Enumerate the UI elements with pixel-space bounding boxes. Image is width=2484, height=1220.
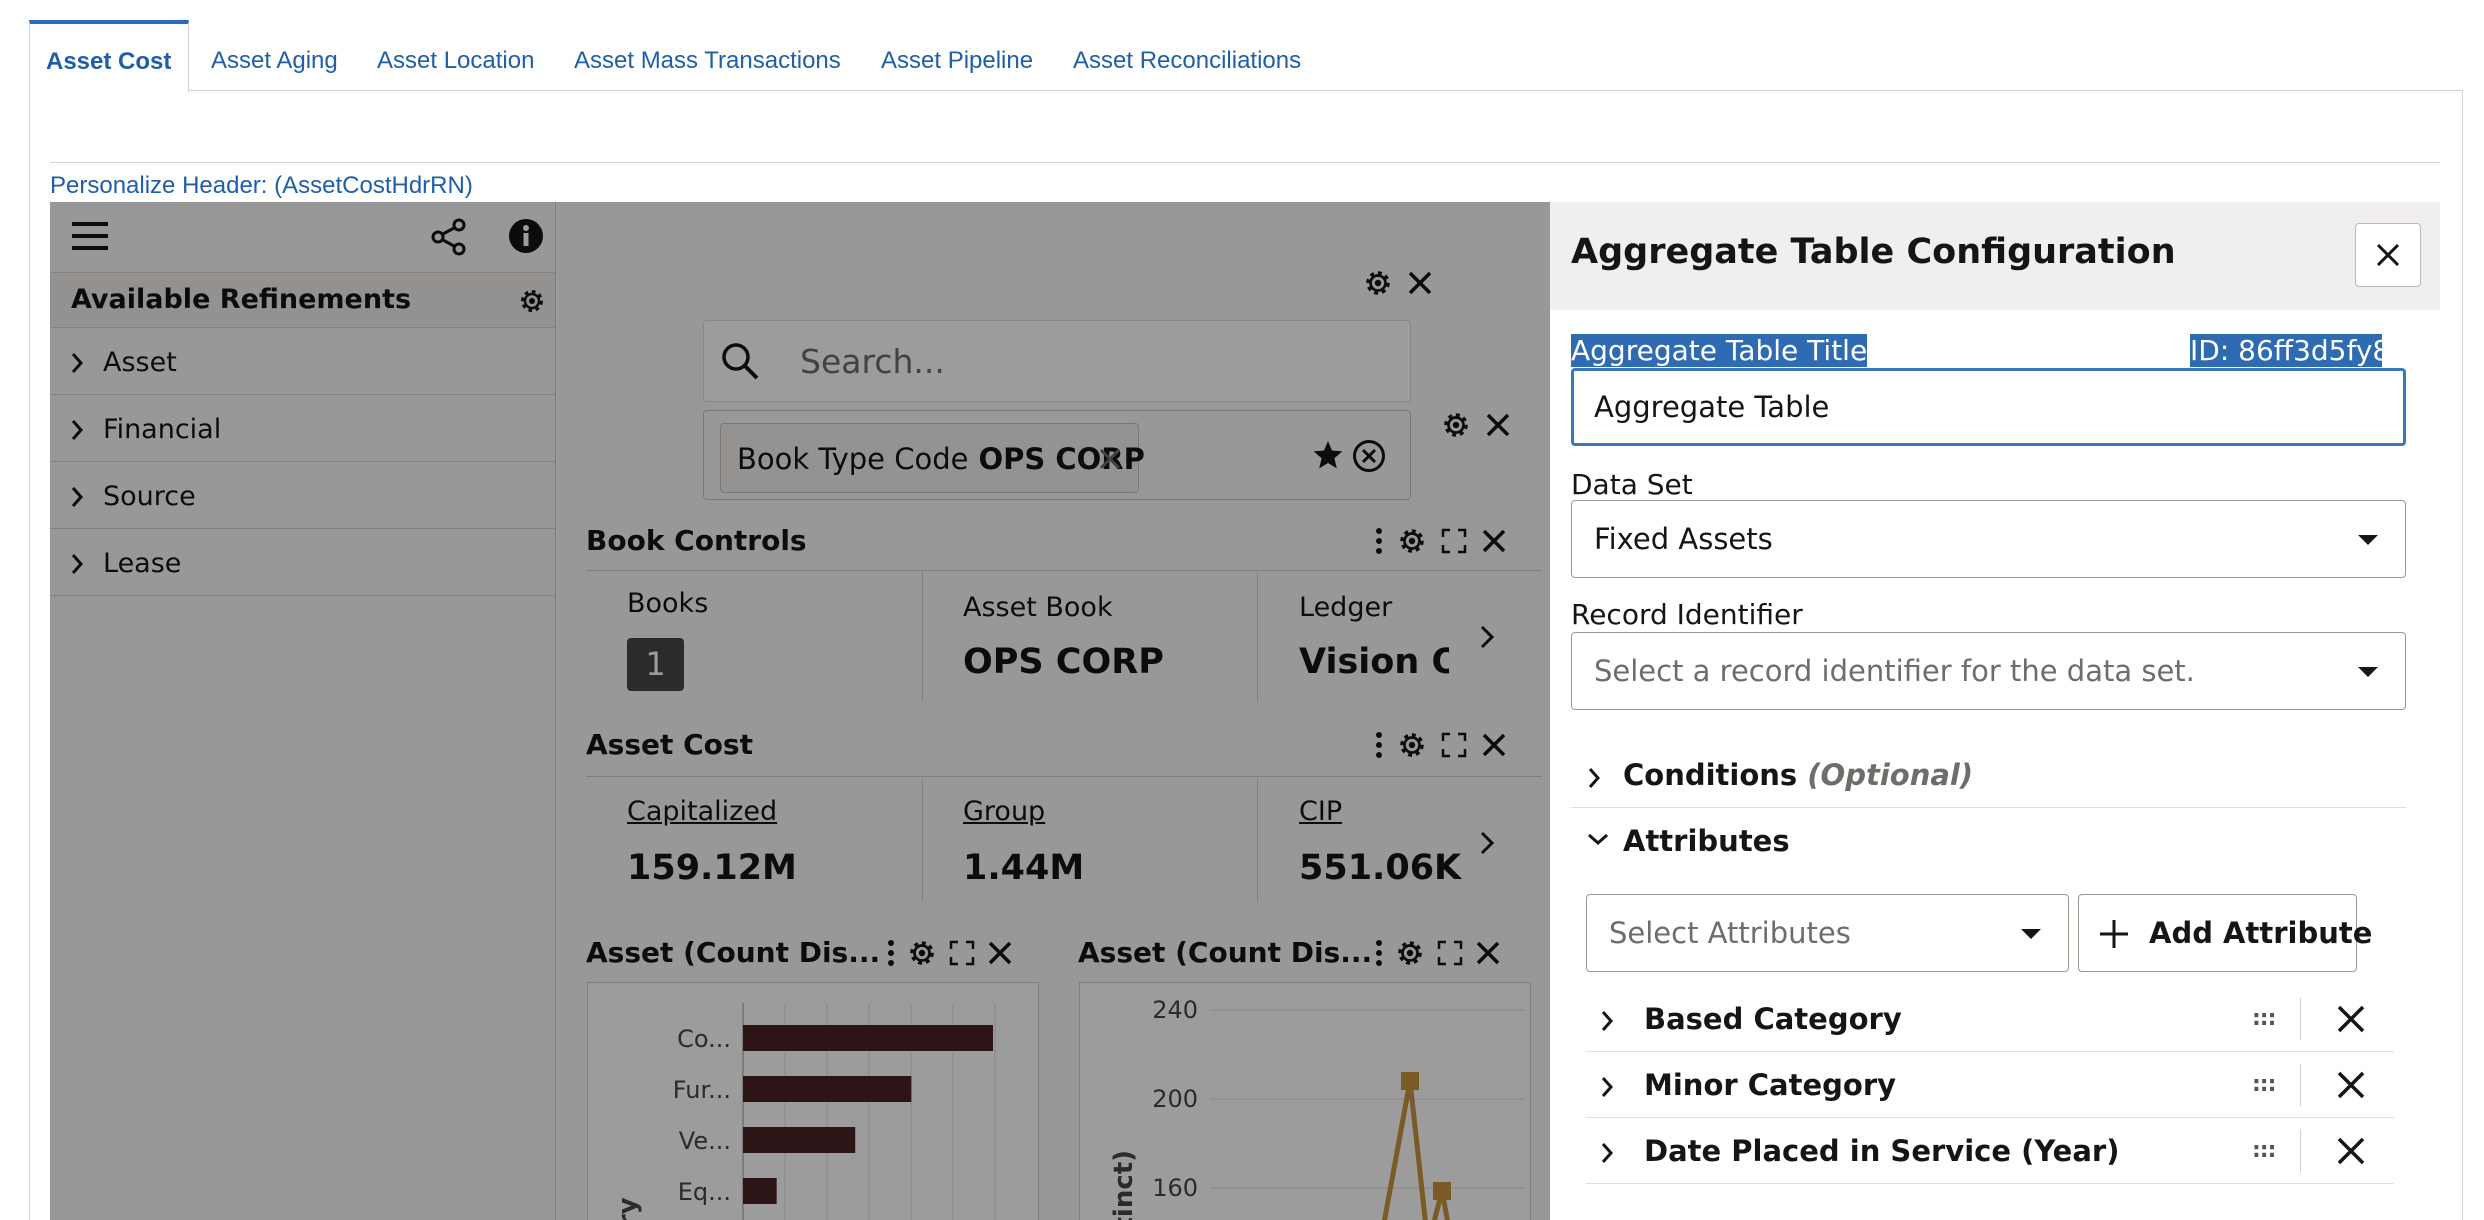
chevron-right-icon xyxy=(1600,1010,1614,1032)
tab-asset-location[interactable]: Asset Location xyxy=(377,20,534,91)
chevron-right-icon xyxy=(1587,767,1601,789)
tab-asset-cost[interactable]: Asset Cost xyxy=(29,20,189,92)
chevron-down-icon xyxy=(1587,832,1609,846)
divider xyxy=(2300,998,2301,1040)
dropdown-caret-icon xyxy=(2020,928,2042,940)
attribute-row[interactable]: Date Placed in Service (Year) ::: xyxy=(1586,1118,2394,1184)
attributes-section-toggle[interactable]: Attributes xyxy=(1571,808,2406,874)
close-icon xyxy=(2376,243,2400,267)
modal-overlay[interactable] xyxy=(50,202,1550,1220)
record-identifier-placeholder: Select a record identifier for the data … xyxy=(1594,654,2195,688)
close-panel-button[interactable] xyxy=(2355,223,2421,287)
aggregate-table-title-label: Aggregate Table Title xyxy=(1571,334,1868,367)
tab-asset-aging[interactable]: Asset Aging xyxy=(211,20,338,91)
plus-icon xyxy=(2099,919,2129,949)
conditions-label: Conditions xyxy=(1623,758,1798,792)
select-attributes-placeholder: Select Attributes xyxy=(1609,916,1851,950)
tab-asset-reconciliations[interactable]: Asset Reconciliations xyxy=(1073,20,1301,91)
record-identifier-select[interactable]: Select a record identifier for the data … xyxy=(1571,632,2406,710)
record-identifier-label: Record Identifier xyxy=(1571,598,1803,631)
data-set-select[interactable]: Fixed Assets xyxy=(1571,500,2406,578)
divider xyxy=(50,162,2440,163)
drag-handle-icon[interactable]: ::: xyxy=(2252,986,2276,1052)
remove-attribute-icon[interactable] xyxy=(2336,1136,2366,1166)
remove-attribute-icon[interactable] xyxy=(2336,1070,2366,1100)
drag-handle-icon[interactable]: ::: xyxy=(2252,1052,2276,1118)
attributes-label: Attributes xyxy=(1623,824,1790,858)
divider xyxy=(2300,1064,2301,1106)
attribute-row[interactable]: Based Category ::: xyxy=(1586,986,2394,1052)
dropdown-caret-icon xyxy=(2357,666,2379,678)
attribute-label: Minor Category xyxy=(1644,1068,1897,1102)
chevron-right-icon xyxy=(1600,1076,1614,1098)
aggregate-table-config-panel: Aggregate Table Configuration Aggregate … xyxy=(1550,202,2440,1220)
attribute-label: Date Placed in Service (Year) xyxy=(1644,1134,2120,1168)
remove-attribute-icon[interactable] xyxy=(2336,1004,2366,1034)
config-header: Aggregate Table Configuration xyxy=(1550,202,2440,310)
add-attribute-button[interactable]: Add Attribute xyxy=(2078,894,2372,972)
data-set-value: Fixed Assets xyxy=(1594,522,1773,556)
dashboard-app: Available Refinements Asset Financial So… xyxy=(50,202,2440,1220)
dropdown-caret-icon xyxy=(2357,534,2379,546)
divider xyxy=(2300,1130,2301,1172)
add-attribute-label: Add Attribute xyxy=(2149,916,2373,950)
attribute-row[interactable]: Minor Category ::: xyxy=(1586,1052,2394,1118)
drag-handle-icon[interactable]: ::: xyxy=(2252,1118,2276,1184)
personalize-header-link[interactable]: Personalize Header: (AssetCostHdrRN) xyxy=(50,172,473,200)
config-title: Aggregate Table Configuration xyxy=(1571,232,2176,272)
tab-asset-mass-transactions[interactable]: Asset Mass Transactions xyxy=(574,20,841,91)
select-attributes-dropdown[interactable]: Select Attributes xyxy=(1586,894,2069,972)
conditions-section-toggle[interactable]: Conditions (Optional) xyxy=(1571,742,2406,808)
aggregate-table-title-input[interactable]: Aggregate Table xyxy=(1571,368,2406,446)
id-label: ID: 86ff3d5fy8 xyxy=(2190,334,2382,367)
tab-bar: Asset Cost Asset Aging Asset Location As… xyxy=(29,20,2462,92)
attribute-label: Based Category xyxy=(1644,1002,1902,1036)
conditions-optional-label: (Optional) xyxy=(1807,758,1974,792)
data-set-label: Data Set xyxy=(1571,468,1693,501)
tab-asset-pipeline[interactable]: Asset Pipeline xyxy=(881,20,1033,91)
chevron-right-icon xyxy=(1600,1142,1614,1164)
